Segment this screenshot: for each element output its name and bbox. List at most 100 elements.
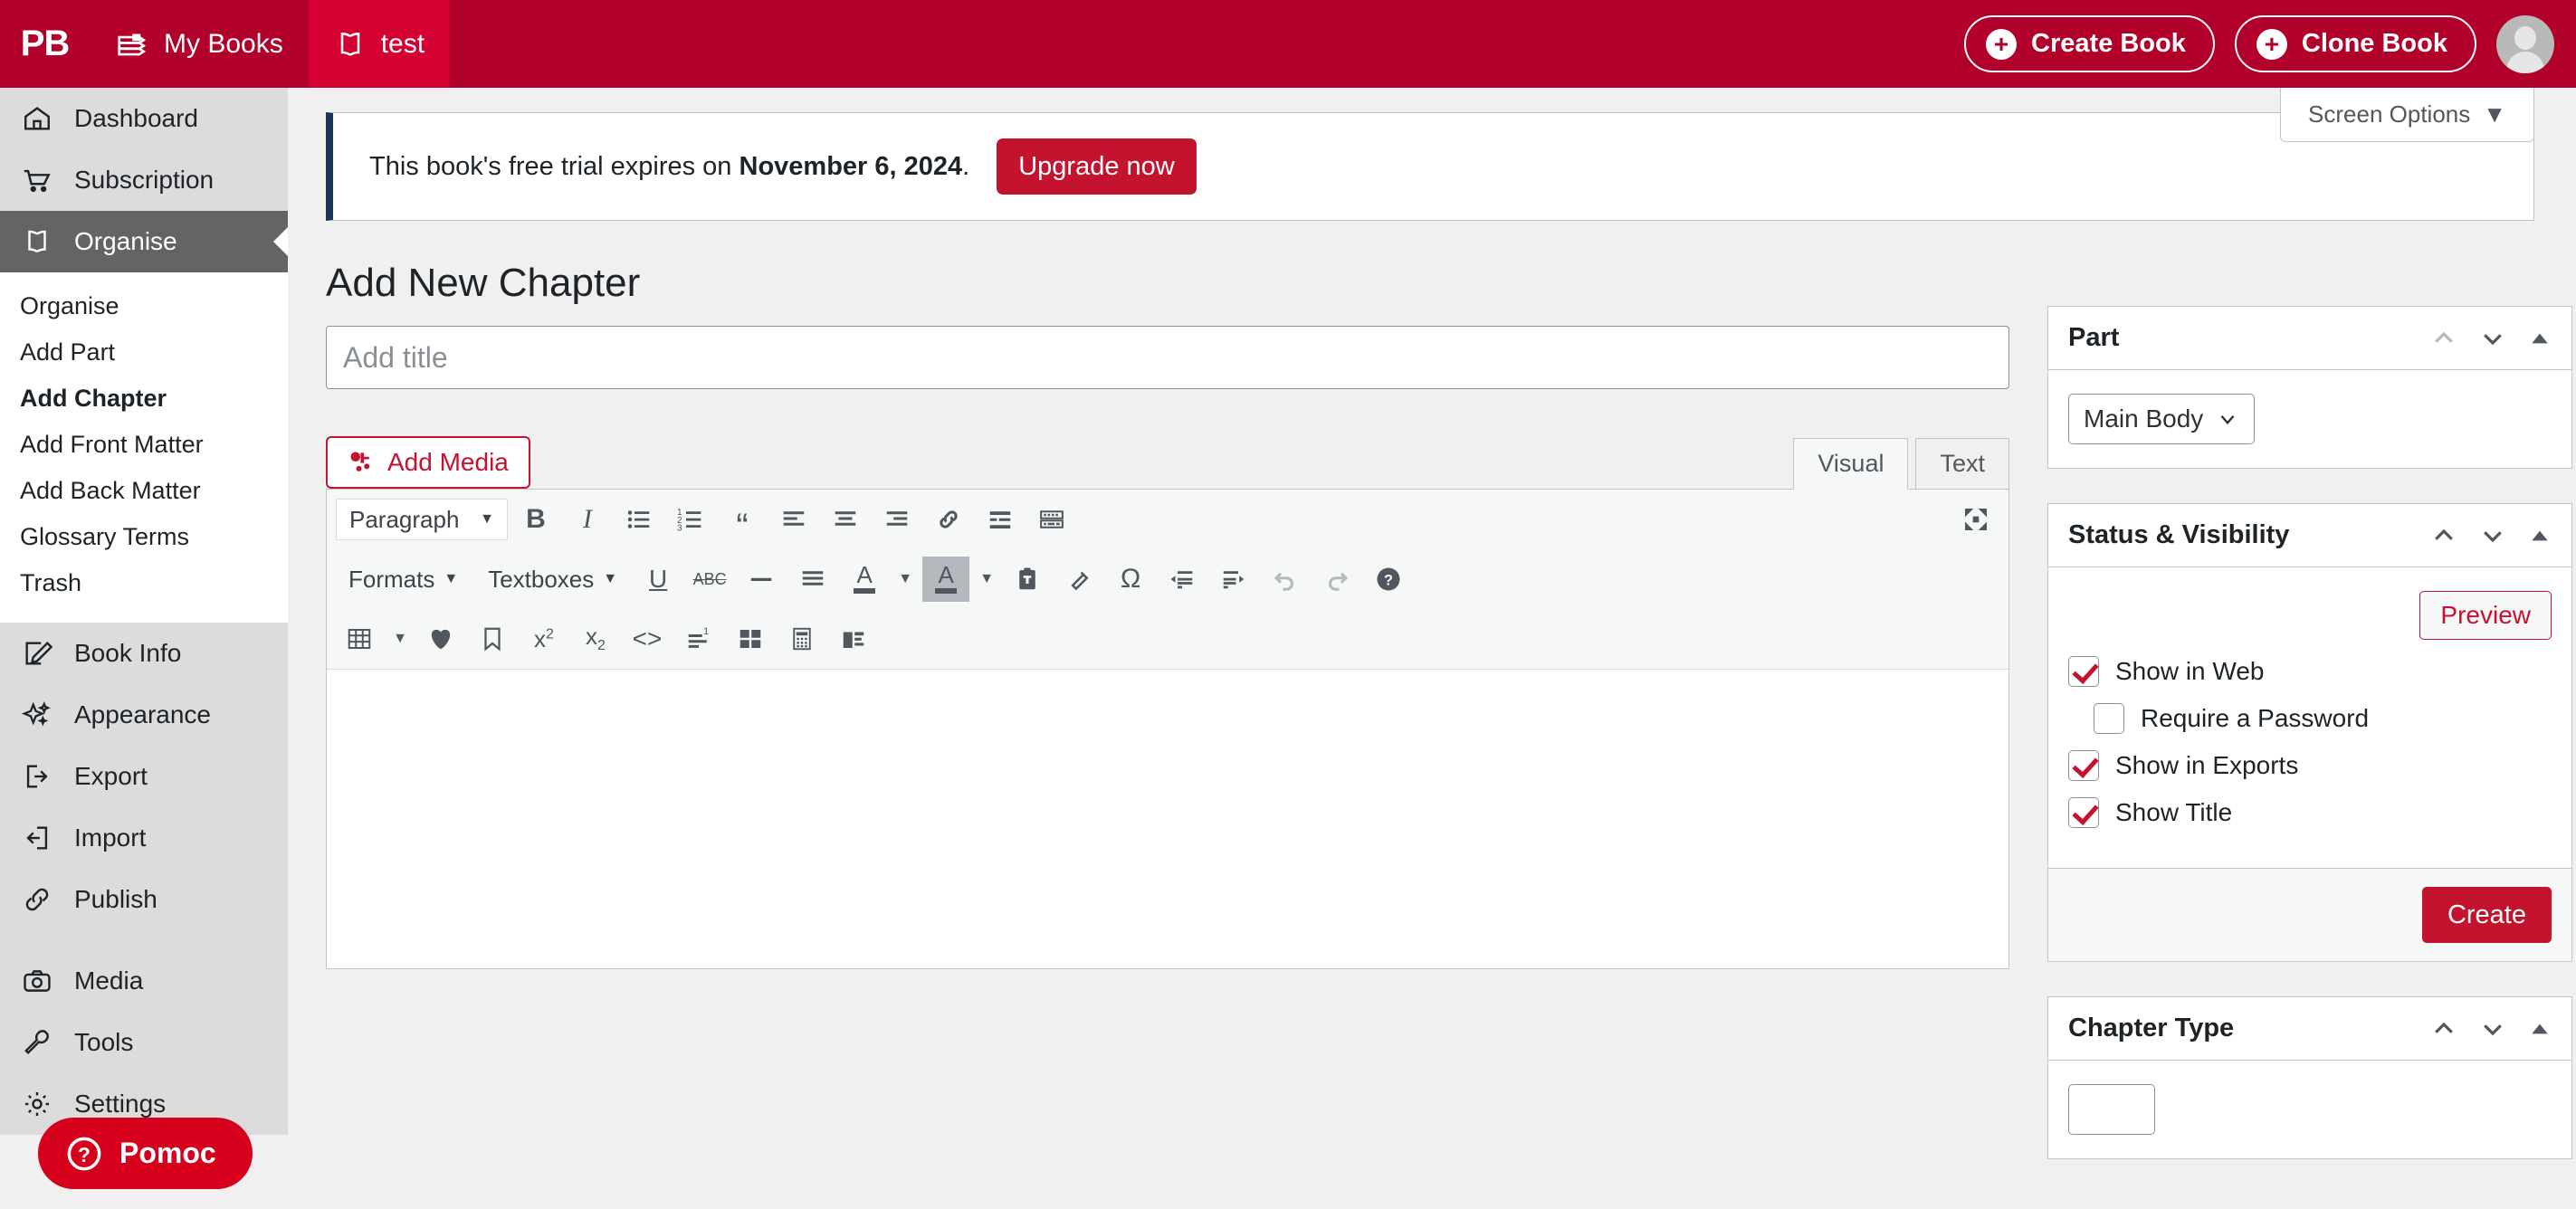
anchor-bookmark-icon[interactable] xyxy=(469,616,516,662)
blockquote-icon[interactable]: “ xyxy=(719,497,766,545)
sidebar-item-import[interactable]: Import xyxy=(0,807,288,869)
keyboard-shortcuts-icon[interactable] xyxy=(1028,497,1075,542)
undo-icon[interactable] xyxy=(1262,557,1309,602)
sidebar-item-tools[interactable]: Tools xyxy=(0,1012,288,1073)
show-in-exports-checkbox[interactable] xyxy=(2068,750,2099,781)
adminbar-item-my-books[interactable]: My Books xyxy=(90,0,309,88)
create-button[interactable]: Create xyxy=(2421,887,2552,943)
move-down-icon[interactable] xyxy=(2479,1015,2506,1042)
preview-button[interactable]: Preview xyxy=(2419,591,2552,640)
footnote-icon[interactable]: 1 xyxy=(675,616,722,662)
clone-book-button[interactable]: + Clone Book xyxy=(2234,15,2476,72)
sidebar-subitem-add-front-matter[interactable]: Add Front Matter xyxy=(0,422,288,468)
show-title-checkbox[interactable] xyxy=(2068,797,2099,828)
italic-icon[interactable]: I xyxy=(564,497,611,542)
require-password-checkbox[interactable] xyxy=(2094,703,2124,734)
insert-link-icon[interactable] xyxy=(925,497,972,542)
pomoc-help-button[interactable]: ? Pomoc xyxy=(38,1118,253,1189)
table-icon[interactable] xyxy=(336,616,383,662)
sidebar-item-export[interactable]: Export xyxy=(0,746,288,807)
upgrade-now-button[interactable]: Upgrade now xyxy=(997,138,1197,195)
superscript-icon[interactable]: x2 xyxy=(520,616,568,662)
align-right-icon[interactable] xyxy=(873,497,921,542)
avatar[interactable] xyxy=(2496,14,2554,73)
move-up-icon[interactable] xyxy=(2430,522,2457,549)
move-down-icon[interactable] xyxy=(2479,325,2506,352)
show-in-web-checkbox[interactable] xyxy=(2068,656,2099,687)
background-color-dropdown-icon[interactable]: ▼ xyxy=(974,557,999,602)
fullscreen-icon[interactable] xyxy=(1952,497,1999,542)
collapse-toggle-icon[interactable] xyxy=(2528,1017,2552,1041)
strikethrough-icon[interactable]: ABC xyxy=(686,557,733,602)
read-more-icon[interactable] xyxy=(977,497,1024,542)
glossary-term-icon[interactable] xyxy=(417,616,464,662)
sidebar-item-publish[interactable]: Publish xyxy=(0,869,288,930)
clear-formatting-icon[interactable] xyxy=(1055,557,1102,602)
underline-icon[interactable]: U xyxy=(634,557,682,602)
paragraph-format-select[interactable]: Paragraph ▼ xyxy=(336,499,508,540)
sidebar-item-organise[interactable]: Organise xyxy=(0,211,288,272)
indent-icon[interactable] xyxy=(1210,557,1257,602)
collapse-toggle-icon[interactable] xyxy=(2528,327,2552,350)
panel-part-actions xyxy=(2430,325,2552,352)
sidebar-item-book-info[interactable]: Book Info xyxy=(0,623,288,684)
sidebar-subitem-add-chapter[interactable]: Add Chapter xyxy=(0,376,288,422)
tab-visual[interactable]: Visual xyxy=(1793,438,1909,490)
sidebar-subitem-add-part[interactable]: Add Part xyxy=(0,329,288,376)
checkbox-row-show-in-exports[interactable]: Show in Exports xyxy=(2068,750,2552,781)
chapter-title-input[interactable] xyxy=(326,326,2009,389)
sidebar-item-appearance[interactable]: Appearance xyxy=(0,684,288,746)
formats-menu[interactable]: Formats ▼ xyxy=(336,558,471,600)
sidebar-item-label: Appearance xyxy=(74,700,212,728)
help-icon[interactable]: ? xyxy=(1365,557,1412,602)
source-code-icon[interactable]: <> xyxy=(624,616,671,662)
outdent-icon[interactable] xyxy=(1159,557,1206,602)
math-icon[interactable] xyxy=(778,616,825,662)
chevron-down-icon: ▼ xyxy=(603,571,618,586)
sidebar-subitem-add-back-matter[interactable]: Add Back Matter xyxy=(0,468,288,514)
screen-options-toggle[interactable]: Screen Options ▼ xyxy=(2280,88,2534,142)
justify-icon[interactable] xyxy=(789,557,836,602)
sidebar-subitem-organise[interactable]: Organise xyxy=(0,283,288,329)
horizontal-rule-icon[interactable] xyxy=(738,557,785,602)
align-center-icon[interactable] xyxy=(822,497,869,542)
subscript-icon[interactable]: x2 xyxy=(572,616,619,662)
text-color-dropdown-icon[interactable]: ▼ xyxy=(892,557,918,602)
move-up-icon[interactable] xyxy=(2430,1015,2457,1042)
text-color-icon[interactable]: A xyxy=(841,557,888,602)
bold-icon[interactable]: B xyxy=(512,497,559,542)
chapter-type-select[interactable] xyxy=(2068,1084,2156,1135)
sidebar-subitem-trash[interactable]: Trash xyxy=(0,560,288,606)
table-dropdown-icon[interactable]: ▼ xyxy=(387,616,413,662)
move-up-icon[interactable] xyxy=(2430,325,2457,352)
adminbar-item-test[interactable]: test xyxy=(308,0,451,88)
create-book-button[interactable]: + Create Book xyxy=(1964,15,2215,72)
move-down-icon[interactable] xyxy=(2479,522,2506,549)
checkbox-row-require-password[interactable]: Require a Password xyxy=(2068,703,2552,734)
media-layout-icon[interactable] xyxy=(830,616,877,662)
wrench-icon xyxy=(20,1025,54,1060)
checkbox-row-show-in-web[interactable]: Show in Web xyxy=(2068,656,2552,687)
paste-as-text-icon[interactable] xyxy=(1004,557,1051,602)
sidebar-item-subscription[interactable]: Subscription xyxy=(0,149,288,211)
textboxes-menu[interactable]: Textboxes ▼ xyxy=(475,558,630,600)
panel-chapter-type-actions xyxy=(2430,1015,2552,1042)
tab-text[interactable]: Text xyxy=(1915,438,2009,490)
align-left-icon[interactable] xyxy=(770,497,817,542)
collapse-toggle-icon[interactable] xyxy=(2528,524,2552,547)
redo-icon[interactable] xyxy=(1313,557,1360,602)
special-character-icon[interactable]: Ω xyxy=(1107,557,1154,602)
background-color-icon[interactable]: A xyxy=(922,557,970,602)
numbered-list-icon[interactable]: 1 2 3 xyxy=(667,497,714,542)
pressbooks-logo[interactable]: PB xyxy=(0,0,90,88)
sidebar-subitem-glossary-terms[interactable]: Glossary Terms xyxy=(0,514,288,560)
sidebar-item-dashboard[interactable]: Dashboard xyxy=(0,88,288,149)
blocks-icon[interactable] xyxy=(727,616,774,662)
books-icon xyxy=(115,27,149,62)
editor-content-area[interactable] xyxy=(327,670,2008,968)
part-select[interactable]: Main Body xyxy=(2068,394,2256,444)
checkbox-row-show-title[interactable]: Show Title xyxy=(2068,797,2552,828)
add-media-button[interactable]: Add Media xyxy=(326,436,530,489)
sidebar-item-media[interactable]: Media xyxy=(0,950,288,1012)
bulleted-list-icon[interactable] xyxy=(615,497,663,542)
